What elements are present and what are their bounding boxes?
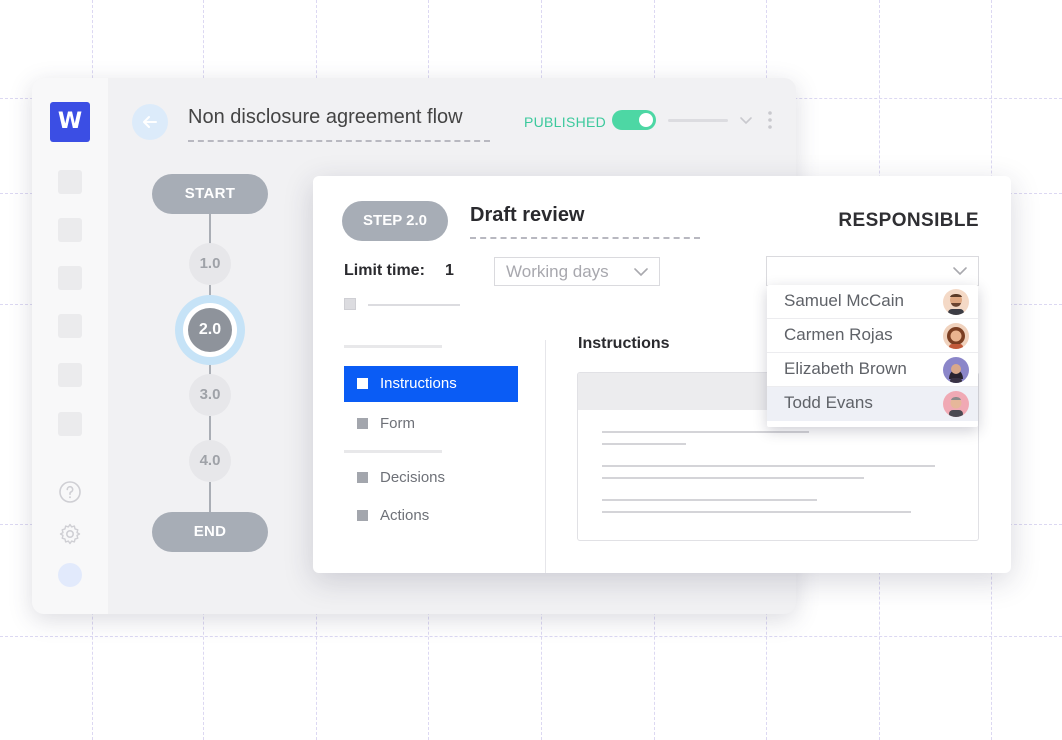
settings-gear-icon[interactable] bbox=[58, 522, 82, 546]
help-icon[interactable] bbox=[58, 480, 82, 504]
sidebar-item-5[interactable] bbox=[58, 363, 82, 387]
responsible-select[interactable] bbox=[766, 256, 979, 286]
nav-divider bbox=[344, 345, 442, 348]
nav-item-form[interactable]: Form bbox=[344, 406, 518, 442]
sidebar: W bbox=[32, 78, 108, 614]
nav-item-label: Actions bbox=[380, 507, 430, 524]
chevron-down-icon bbox=[634, 268, 648, 277]
nav-divider bbox=[344, 450, 442, 453]
responsible-heading: RESPONSIBLE bbox=[838, 210, 979, 231]
option-checkbox[interactable] bbox=[344, 298, 356, 310]
nav-item-square-icon bbox=[357, 418, 368, 429]
sidebar-item-3[interactable] bbox=[58, 266, 82, 290]
text-placeholder-line bbox=[602, 431, 809, 433]
user-avatar[interactable] bbox=[58, 563, 82, 587]
timeline-step-node[interactable]: 3.0 bbox=[189, 374, 231, 416]
timeline-step-node[interactable]: 4.0 bbox=[189, 440, 231, 482]
person-avatar-icon bbox=[943, 391, 969, 417]
nav-item-square-icon bbox=[357, 472, 368, 483]
dropdown-option[interactable]: Samuel McCain bbox=[767, 285, 978, 319]
text-placeholder-line bbox=[602, 499, 817, 501]
header-placeholder-line bbox=[668, 119, 728, 122]
sidebar-item-2[interactable] bbox=[58, 218, 82, 242]
limit-time-label: Limit time: bbox=[344, 262, 425, 279]
dropdown-option-highlighted[interactable]: Todd Evans bbox=[767, 387, 978, 421]
nav-item-label: Decisions bbox=[380, 469, 446, 486]
limit-time-value[interactable]: 1 bbox=[445, 262, 454, 280]
timeline-connector bbox=[209, 213, 211, 244]
dropdown-option[interactable]: Carmen Rojas bbox=[767, 319, 978, 353]
person-avatar-icon bbox=[943, 289, 969, 315]
sidebar-item-1[interactable] bbox=[58, 170, 82, 194]
timeline-end-node[interactable]: END bbox=[152, 512, 268, 552]
app-logo[interactable]: W bbox=[50, 102, 90, 142]
text-placeholder-line bbox=[602, 465, 935, 467]
status-label: PUBLISHED bbox=[524, 114, 607, 130]
panel-divider bbox=[545, 340, 546, 573]
back-button[interactable] bbox=[132, 104, 168, 140]
responsible-dropdown: Samuel McCain Carmen Rojas Elizabeth Bro… bbox=[767, 285, 978, 427]
option-name: Samuel McCain bbox=[784, 291, 904, 310]
more-options-icon[interactable] bbox=[767, 110, 773, 135]
chevron-down-icon bbox=[953, 267, 967, 276]
step-title[interactable]: Draft review bbox=[470, 204, 700, 239]
timeline-connector bbox=[209, 482, 211, 512]
text-placeholder-line bbox=[602, 477, 864, 479]
nav-item-square-icon bbox=[357, 378, 368, 389]
flow-title[interactable]: Non disclosure agreement flow bbox=[188, 106, 490, 142]
time-unit-value: Working days bbox=[506, 262, 609, 281]
person-avatar-icon bbox=[943, 357, 969, 383]
step-badge: STEP 2.0 bbox=[342, 201, 448, 241]
nav-item-label: Form bbox=[380, 415, 415, 432]
nav-item-label: Instructions bbox=[380, 375, 457, 392]
option-name: Carmen Rojas bbox=[784, 325, 893, 344]
text-placeholder-line bbox=[602, 443, 686, 445]
nav-item-decisions[interactable]: Decisions bbox=[344, 460, 518, 496]
sidebar-item-6[interactable] bbox=[58, 412, 82, 436]
dropdown-option[interactable]: Elizabeth Brown bbox=[767, 353, 978, 387]
option-name: Elizabeth Brown bbox=[784, 359, 907, 378]
option-name: Todd Evans bbox=[784, 393, 873, 412]
timeline-step-node-active[interactable]: 2.0 bbox=[188, 308, 232, 352]
arrow-left-icon bbox=[143, 116, 157, 128]
nav-item-actions[interactable]: Actions bbox=[344, 498, 518, 534]
text-placeholder-line bbox=[602, 511, 911, 513]
timeline-step-node[interactable]: 1.0 bbox=[189, 243, 231, 285]
person-avatar-icon bbox=[943, 323, 969, 349]
publish-toggle[interactable] bbox=[612, 110, 656, 130]
sidebar-item-4[interactable] bbox=[58, 314, 82, 338]
timeline-start-node[interactable]: START bbox=[152, 174, 268, 214]
content-heading: Instructions bbox=[578, 335, 670, 352]
nav-item-square-icon bbox=[357, 510, 368, 521]
nav-item-instructions[interactable]: Instructions bbox=[344, 366, 518, 402]
time-unit-select[interactable]: Working days bbox=[494, 257, 660, 286]
chevron-down-icon[interactable] bbox=[738, 112, 754, 133]
checkbox-label-placeholder bbox=[368, 304, 460, 306]
